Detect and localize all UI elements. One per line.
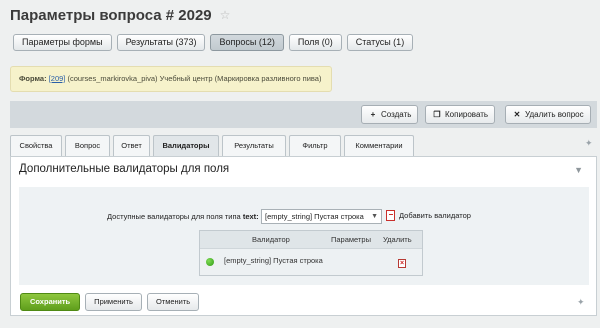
top-tab-statuses[interactable]: Статусы (1) — [346, 34, 414, 51]
page-title: Параметры вопроса # 2029 — [10, 6, 212, 24]
form-notice: Форма: [209] (courses_markirovka_piva) У… — [10, 66, 332, 92]
notice-text: (courses_markirovka_piva) Учебный центр … — [67, 74, 322, 83]
page-header: Параметры вопроса # 2029 ☆ — [10, 6, 230, 24]
top-tab-questions[interactable]: Вопросы (12) — [210, 34, 284, 51]
create-label: Создать — [381, 110, 412, 119]
status-green-dot-icon — [206, 258, 214, 266]
form-id-link[interactable]: [209] — [49, 74, 66, 83]
tab-properties[interactable]: Свойства — [10, 135, 62, 156]
plus-icon: + — [370, 110, 376, 119]
copy-icon: ❐ — [433, 110, 441, 119]
validators-panel: Дополнительные валидаторы для поля ▼ Дос… — [10, 156, 597, 316]
tab-filter[interactable]: Фильтр — [289, 135, 341, 156]
tab-results[interactable]: Результаты — [222, 135, 286, 156]
close-icon: ✕ — [513, 110, 521, 119]
copy-button[interactable]: ❐ Копировать — [425, 105, 496, 124]
available-validators-label: Доступные валидаторы для поля типа text: — [107, 212, 259, 221]
table-header: Валидатор Параметры Удалить — [200, 231, 422, 248]
select-value: [empty_string] Пустая строка — [265, 212, 364, 221]
notice-label: Форма: — [19, 74, 47, 83]
collapse-chevron-icon[interactable]: ▼ — [574, 165, 583, 175]
add-document-icon — [386, 210, 395, 221]
save-button[interactable]: Сохранить — [20, 293, 81, 311]
action-toolbar: + Создать ❐ Копировать ✕ Удалить вопрос — [10, 101, 597, 128]
top-tab-fields[interactable]: Поля (0) — [288, 34, 342, 51]
field-type-text: text: — [242, 212, 259, 221]
pin-bottom-icon[interactable]: ✦ — [577, 297, 585, 308]
validators-area: Доступные валидаторы для поля типа text:… — [19, 187, 589, 285]
validator-name: [empty_string] Пустая строка — [224, 256, 323, 265]
validators-table: Валидатор Параметры Удалить [empty_strin… — [199, 230, 423, 276]
top-tab-form-params[interactable]: Параметры формы — [13, 34, 112, 51]
tab-validators[interactable]: Валидаторы — [153, 135, 219, 156]
add-validator-label: Добавить валидатор — [399, 211, 471, 220]
add-validator-button[interactable]: Добавить валидатор — [386, 210, 471, 221]
chevron-down-icon: ▼ — [371, 213, 378, 220]
tab-question[interactable]: Вопрос — [65, 135, 110, 156]
col-validator: Валидатор — [252, 235, 290, 244]
apply-button[interactable]: Применить — [85, 293, 142, 311]
table-row: [empty_string] Пустая строка × — [200, 248, 422, 275]
form-top-tabs: Параметры формы Результаты (373) Вопросы… — [13, 34, 414, 51]
panel-title: Дополнительные валидаторы для поля — [19, 163, 230, 175]
top-tab-results[interactable]: Результаты (373) — [116, 34, 206, 51]
delete-icon[interactable]: × — [398, 259, 406, 268]
tab-comments[interactable]: Комментарии — [344, 135, 414, 156]
available-label-text: Доступные валидаторы для поля типа — [107, 212, 241, 221]
validator-select[interactable]: [empty_string] Пустая строка ▼ — [261, 209, 382, 224]
delete-question-button[interactable]: ✕ Удалить вопрос — [505, 105, 591, 124]
add-validator-row: Доступные валидаторы для поля типа text:… — [19, 209, 589, 225]
copy-label: Копировать — [445, 110, 489, 119]
tab-answer[interactable]: Ответ — [113, 135, 150, 156]
col-delete: Удалить — [383, 235, 412, 244]
create-button[interactable]: + Создать — [361, 105, 419, 124]
cancel-button[interactable]: Отменить — [146, 293, 200, 311]
pin-icon[interactable]: ✦ — [585, 138, 593, 149]
delete-label: Удалить вопрос — [525, 110, 584, 119]
question-tabs: Свойства Вопрос Ответ Валидаторы Результ… — [10, 135, 597, 156]
footer-buttons: Сохранить Применить Отменить — [20, 293, 200, 311]
favorite-star-icon[interactable]: ☆ — [220, 8, 231, 22]
col-params: Параметры — [331, 235, 371, 244]
